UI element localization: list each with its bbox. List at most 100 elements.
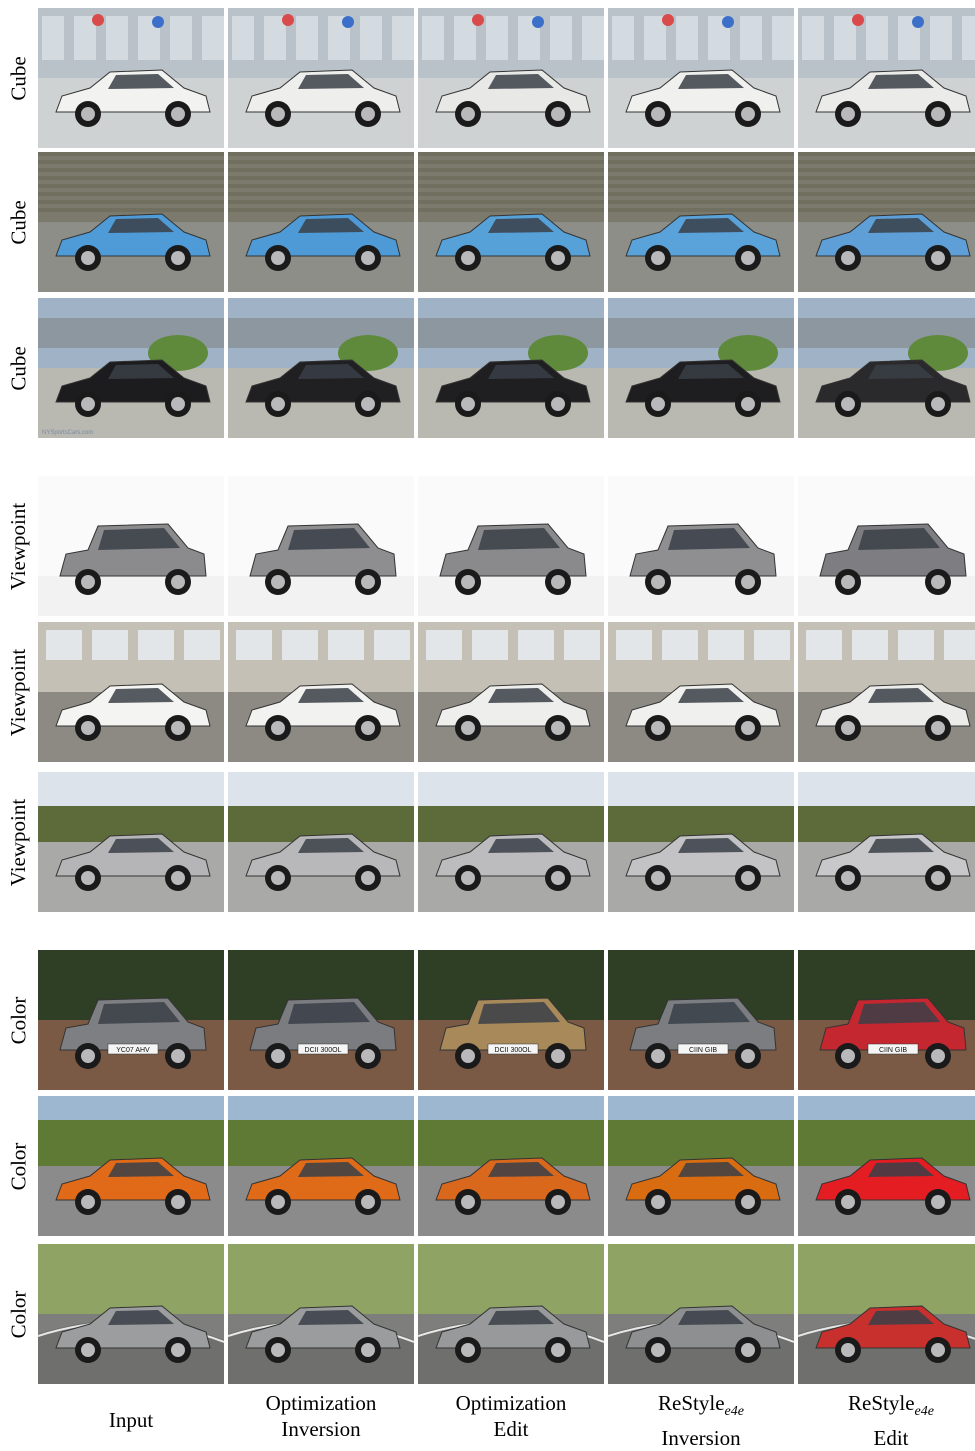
car-image-svg: NYSportsCars.com	[38, 298, 224, 438]
car-image	[798, 772, 975, 912]
car-image-svg	[418, 622, 604, 762]
car-image	[418, 152, 604, 292]
column-caption: Optimization Inversion	[228, 1390, 414, 1442]
car-image-svg	[228, 1244, 414, 1384]
car-image	[38, 1096, 224, 1236]
car-image	[418, 476, 604, 616]
car-image-svg	[418, 298, 604, 438]
car-image-svg	[418, 1096, 604, 1236]
car-image-svg	[228, 772, 414, 912]
car-image-svg	[418, 8, 604, 148]
row-label-text: Viewpoint	[6, 798, 31, 886]
row-label: Cube	[0, 8, 38, 148]
car-image-svg	[798, 8, 975, 148]
car-image	[798, 8, 975, 148]
car-image	[608, 152, 794, 292]
car-image	[38, 772, 224, 912]
car-image	[608, 772, 794, 912]
car-image-svg	[418, 476, 604, 616]
car-image-svg	[38, 772, 224, 912]
license-plate-text: YC07 AHV	[116, 1047, 150, 1054]
car-image	[798, 298, 975, 438]
car-image	[228, 1096, 414, 1236]
car-image	[418, 1244, 604, 1384]
car-image	[798, 476, 975, 616]
car-image	[798, 622, 975, 762]
car-image-svg: CIIN GIB	[798, 950, 975, 1090]
car-image-svg	[608, 622, 794, 762]
row-label-text: Color	[6, 1290, 31, 1338]
car-image	[228, 298, 414, 438]
car-image	[798, 152, 975, 292]
license-plate-text: DCII 300OL	[495, 1047, 532, 1054]
car-image-svg	[418, 152, 604, 292]
car-image	[38, 1244, 224, 1384]
row-label: Viewpoint	[0, 772, 38, 912]
row-label: Color	[0, 950, 38, 1090]
car-image	[38, 8, 224, 148]
column-caption: ReStylee4e Edit	[798, 1390, 975, 1451]
car-image-svg: CIIN GIB	[608, 950, 794, 1090]
row-label-text: Viewpoint	[6, 502, 31, 590]
car-image: YC07 AHV	[38, 950, 224, 1090]
column-caption-line1: ReStylee4e	[848, 1391, 934, 1420]
row-label-text: Viewpoint	[6, 648, 31, 736]
car-image	[418, 1096, 604, 1236]
car-image	[228, 772, 414, 912]
column-caption-line2: Edit	[873, 1426, 909, 1451]
row-label-text: Color	[6, 996, 31, 1044]
column-caption-line2: Inversion	[661, 1426, 741, 1451]
car-image-svg	[38, 152, 224, 292]
car-image-svg	[608, 1244, 794, 1384]
car-image	[608, 8, 794, 148]
car-image-svg	[418, 1244, 604, 1384]
car-image	[798, 1244, 975, 1384]
car-image-svg	[798, 298, 975, 438]
license-plate-text: CIIN GIB	[879, 1047, 907, 1054]
car-image-svg: YC07 AHV	[38, 950, 224, 1090]
car-image: CIIN GIB	[798, 950, 975, 1090]
car-image-svg	[228, 476, 414, 616]
row-label: Viewpoint	[0, 622, 38, 762]
row-label-text: Cube	[6, 55, 31, 101]
car-image: DCII 300OL	[228, 950, 414, 1090]
column-caption-line1: ReStylee4e	[658, 1391, 744, 1420]
car-image	[418, 622, 604, 762]
car-image-svg	[38, 1096, 224, 1236]
car-image	[228, 476, 414, 616]
car-image-svg	[798, 476, 975, 616]
car-image-svg	[608, 298, 794, 438]
column-caption-line1: Optimization	[455, 1391, 567, 1415]
column-caption-line2: Edit	[493, 1417, 529, 1441]
column-caption: Input	[38, 1407, 224, 1433]
car-image-svg	[228, 8, 414, 148]
car-image-svg	[608, 476, 794, 616]
car-image-svg: DCII 300OL	[228, 950, 414, 1090]
car-image-svg	[798, 1244, 975, 1384]
car-image-svg	[798, 622, 975, 762]
row-label-text: Cube	[6, 199, 31, 245]
car-image-svg	[38, 476, 224, 616]
car-image	[608, 1244, 794, 1384]
car-image-svg	[798, 1096, 975, 1236]
row-label: Color	[0, 1244, 38, 1384]
row-label-text: Cube	[6, 345, 31, 391]
car-image	[608, 476, 794, 616]
row-label-text: Color	[6, 1142, 31, 1190]
car-image-svg	[798, 152, 975, 292]
car-image	[38, 622, 224, 762]
row-label: Viewpoint	[0, 476, 38, 616]
car-image-svg	[418, 772, 604, 912]
column-caption-line1: Optimization	[265, 1391, 377, 1415]
license-plate-text: DCII 300OL	[305, 1047, 342, 1054]
car-image-svg	[608, 152, 794, 292]
car-image	[608, 298, 794, 438]
car-image-svg: DCII 300OL	[418, 950, 604, 1090]
car-image: DCII 300OL	[418, 950, 604, 1090]
car-image	[608, 622, 794, 762]
car-image-svg	[228, 622, 414, 762]
car-image	[228, 1244, 414, 1384]
car-image-svg	[38, 622, 224, 762]
car-image	[798, 1096, 975, 1236]
car-image-svg	[608, 8, 794, 148]
